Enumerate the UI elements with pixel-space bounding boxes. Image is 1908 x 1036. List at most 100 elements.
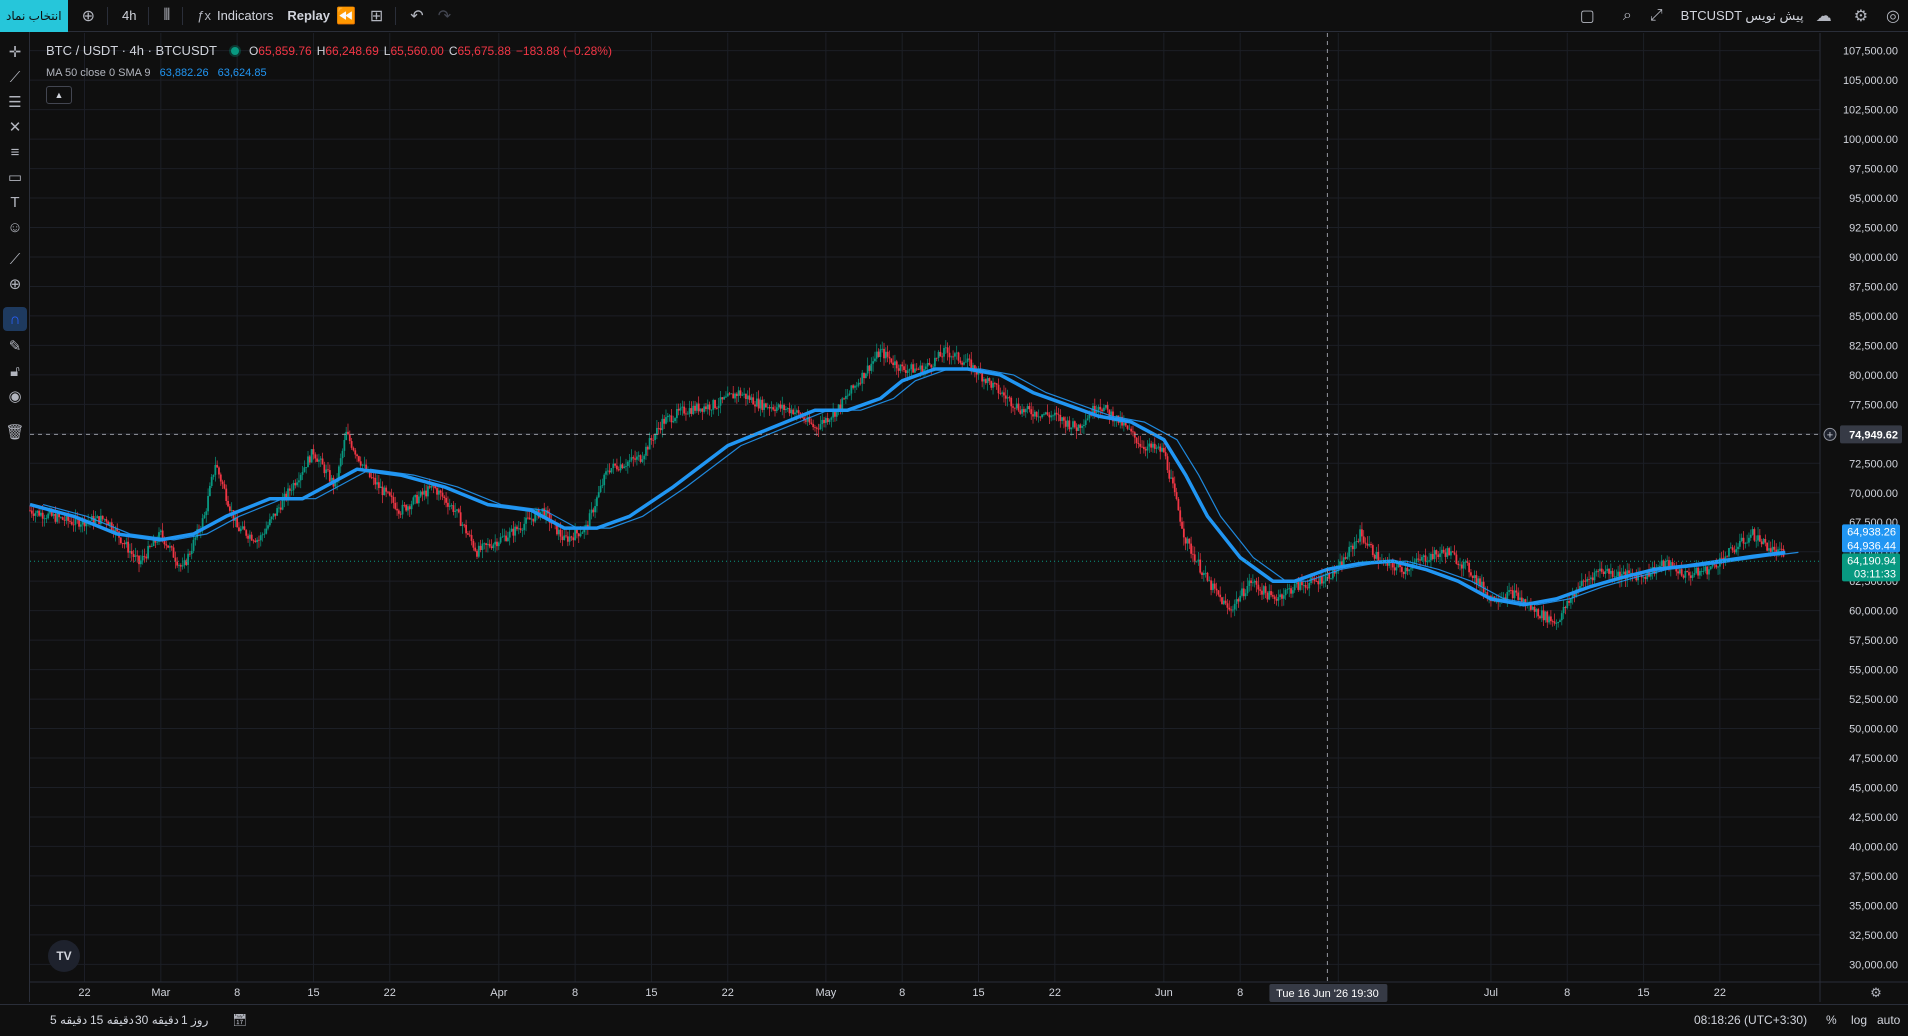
- ma-indicator-name[interactable]: MA 50 close 0 SMA 9: [46, 67, 151, 79]
- candle-body: [1686, 570, 1689, 573]
- candle-body: [343, 440, 346, 451]
- symbol-title[interactable]: BTC / USDT · 4h · BTCUSDT: [46, 43, 217, 58]
- candle-body: [850, 385, 853, 394]
- tradingview-logo-icon[interactable]: TV: [48, 940, 80, 972]
- candle-body: [576, 529, 578, 534]
- candle-body: [899, 364, 902, 371]
- range-30m[interactable]: 30 دقیقه: [135, 1013, 179, 1027]
- candle-body: [1742, 537, 1745, 544]
- candle-body: [1019, 410, 1022, 414]
- candle-body: [1622, 571, 1625, 574]
- candle-body: [1359, 529, 1361, 542]
- price-chart[interactable]: 107,500.00 105,000.00 102,500.00 100,000.00…: [0, 0, 1908, 1004]
- candle-body: [1024, 409, 1027, 413]
- collapse-legend-button[interactable]: ▲: [46, 86, 72, 104]
- candle-body: [621, 464, 624, 469]
- candle-body: [483, 543, 486, 545]
- candle-body: [1573, 594, 1576, 597]
- candle-body: [1410, 568, 1412, 570]
- time-tick-label: 8: [572, 987, 578, 999]
- calendar-icon[interactable]: 📅︎: [232, 1013, 247, 1027]
- candle-body: [492, 544, 495, 549]
- candle-body: [381, 486, 384, 496]
- candle-body: [639, 455, 642, 462]
- candle-body: [632, 457, 635, 459]
- candle-body: [1393, 567, 1396, 571]
- candle-body: [1758, 535, 1761, 542]
- candle-body: [1735, 549, 1738, 553]
- price-tick-label: 50,000.00: [1849, 724, 1898, 736]
- time-tick-label: 22: [1049, 987, 1061, 999]
- candle-body: [499, 537, 502, 543]
- candle-body: [559, 529, 562, 537]
- auto-toggle[interactable]: auto: [1877, 1013, 1900, 1027]
- candle-body: [1366, 543, 1369, 546]
- candle-body: [830, 417, 833, 420]
- candle-body: [1306, 587, 1309, 589]
- candle-body: [328, 470, 331, 482]
- log-toggle[interactable]: log: [1851, 1013, 1867, 1027]
- candle-body: [1204, 572, 1207, 574]
- candle-body: [755, 398, 758, 407]
- candle-body: [1748, 537, 1750, 543]
- candle-body: [216, 464, 219, 468]
- candle-body: [414, 494, 417, 498]
- candle-body: [754, 404, 756, 407]
- candle-body: [705, 406, 707, 410]
- candle-body: [1471, 575, 1474, 579]
- candle-body: [861, 372, 864, 384]
- candle-body: [1032, 414, 1034, 417]
- candle-body: [1397, 564, 1400, 568]
- candle-body: [768, 406, 771, 409]
- candle-body: [1395, 567, 1398, 571]
- candle-body: [225, 488, 228, 502]
- price-tick-label: 77,500.00: [1849, 399, 1898, 411]
- candle-body: [715, 408, 718, 409]
- range-15m[interactable]: 15 دقیقه: [90, 1013, 134, 1027]
- candle-body: [677, 409, 680, 411]
- candle-body: [688, 408, 691, 414]
- time-tick-label: Mar: [151, 987, 170, 999]
- candle-body: [1224, 600, 1227, 604]
- candle-body: [497, 542, 500, 547]
- candle-body: [1599, 568, 1601, 572]
- candle-body: [472, 540, 475, 548]
- range-1d[interactable]: 1 روز: [181, 1013, 208, 1027]
- candle-body: [1604, 570, 1607, 575]
- candle-body: [308, 456, 311, 463]
- range-5m[interactable]: 5 دقیقه: [50, 1013, 87, 1027]
- candle-body: [443, 496, 446, 498]
- candle-body: [359, 461, 362, 466]
- candle-body: [844, 395, 847, 399]
- candle-body: [1291, 590, 1294, 594]
- candle-body: [1428, 560, 1431, 562]
- candle-body: [32, 513, 35, 516]
- candle-body: [239, 528, 242, 532]
- candle-body: [1406, 567, 1409, 572]
- candle-body: [1511, 590, 1514, 599]
- candle-body: [646, 446, 649, 450]
- percent-toggle[interactable]: %: [1826, 1013, 1837, 1027]
- candle-body: [1568, 600, 1570, 603]
- crosshair-time-label: Tue 16 Jun '26 19:30: [1276, 988, 1379, 1000]
- candle-body: [641, 459, 644, 462]
- candle-body: [136, 555, 139, 557]
- candle-body: [765, 403, 767, 408]
- candle-body: [1003, 392, 1005, 396]
- candle-body: [937, 351, 940, 358]
- price-tick-label: 95,000.00: [1849, 193, 1898, 205]
- candle-body: [908, 369, 911, 371]
- time-tick-label: 15: [645, 987, 657, 999]
- candle-body: [981, 373, 984, 382]
- candle-body: [1201, 572, 1203, 576]
- candle-body: [1344, 557, 1347, 559]
- candle-body: [1350, 545, 1352, 547]
- candle-body: [568, 536, 571, 542]
- candle-body: [488, 543, 491, 547]
- clock-time[interactable]: 08:18:26 (UTC+3:30): [1694, 1013, 1807, 1027]
- candle-body: [1081, 425, 1083, 428]
- candle-body: [1168, 470, 1171, 479]
- candle-body: [339, 458, 342, 467]
- candle-body: [1128, 428, 1131, 430]
- candle-body: [1780, 548, 1783, 550]
